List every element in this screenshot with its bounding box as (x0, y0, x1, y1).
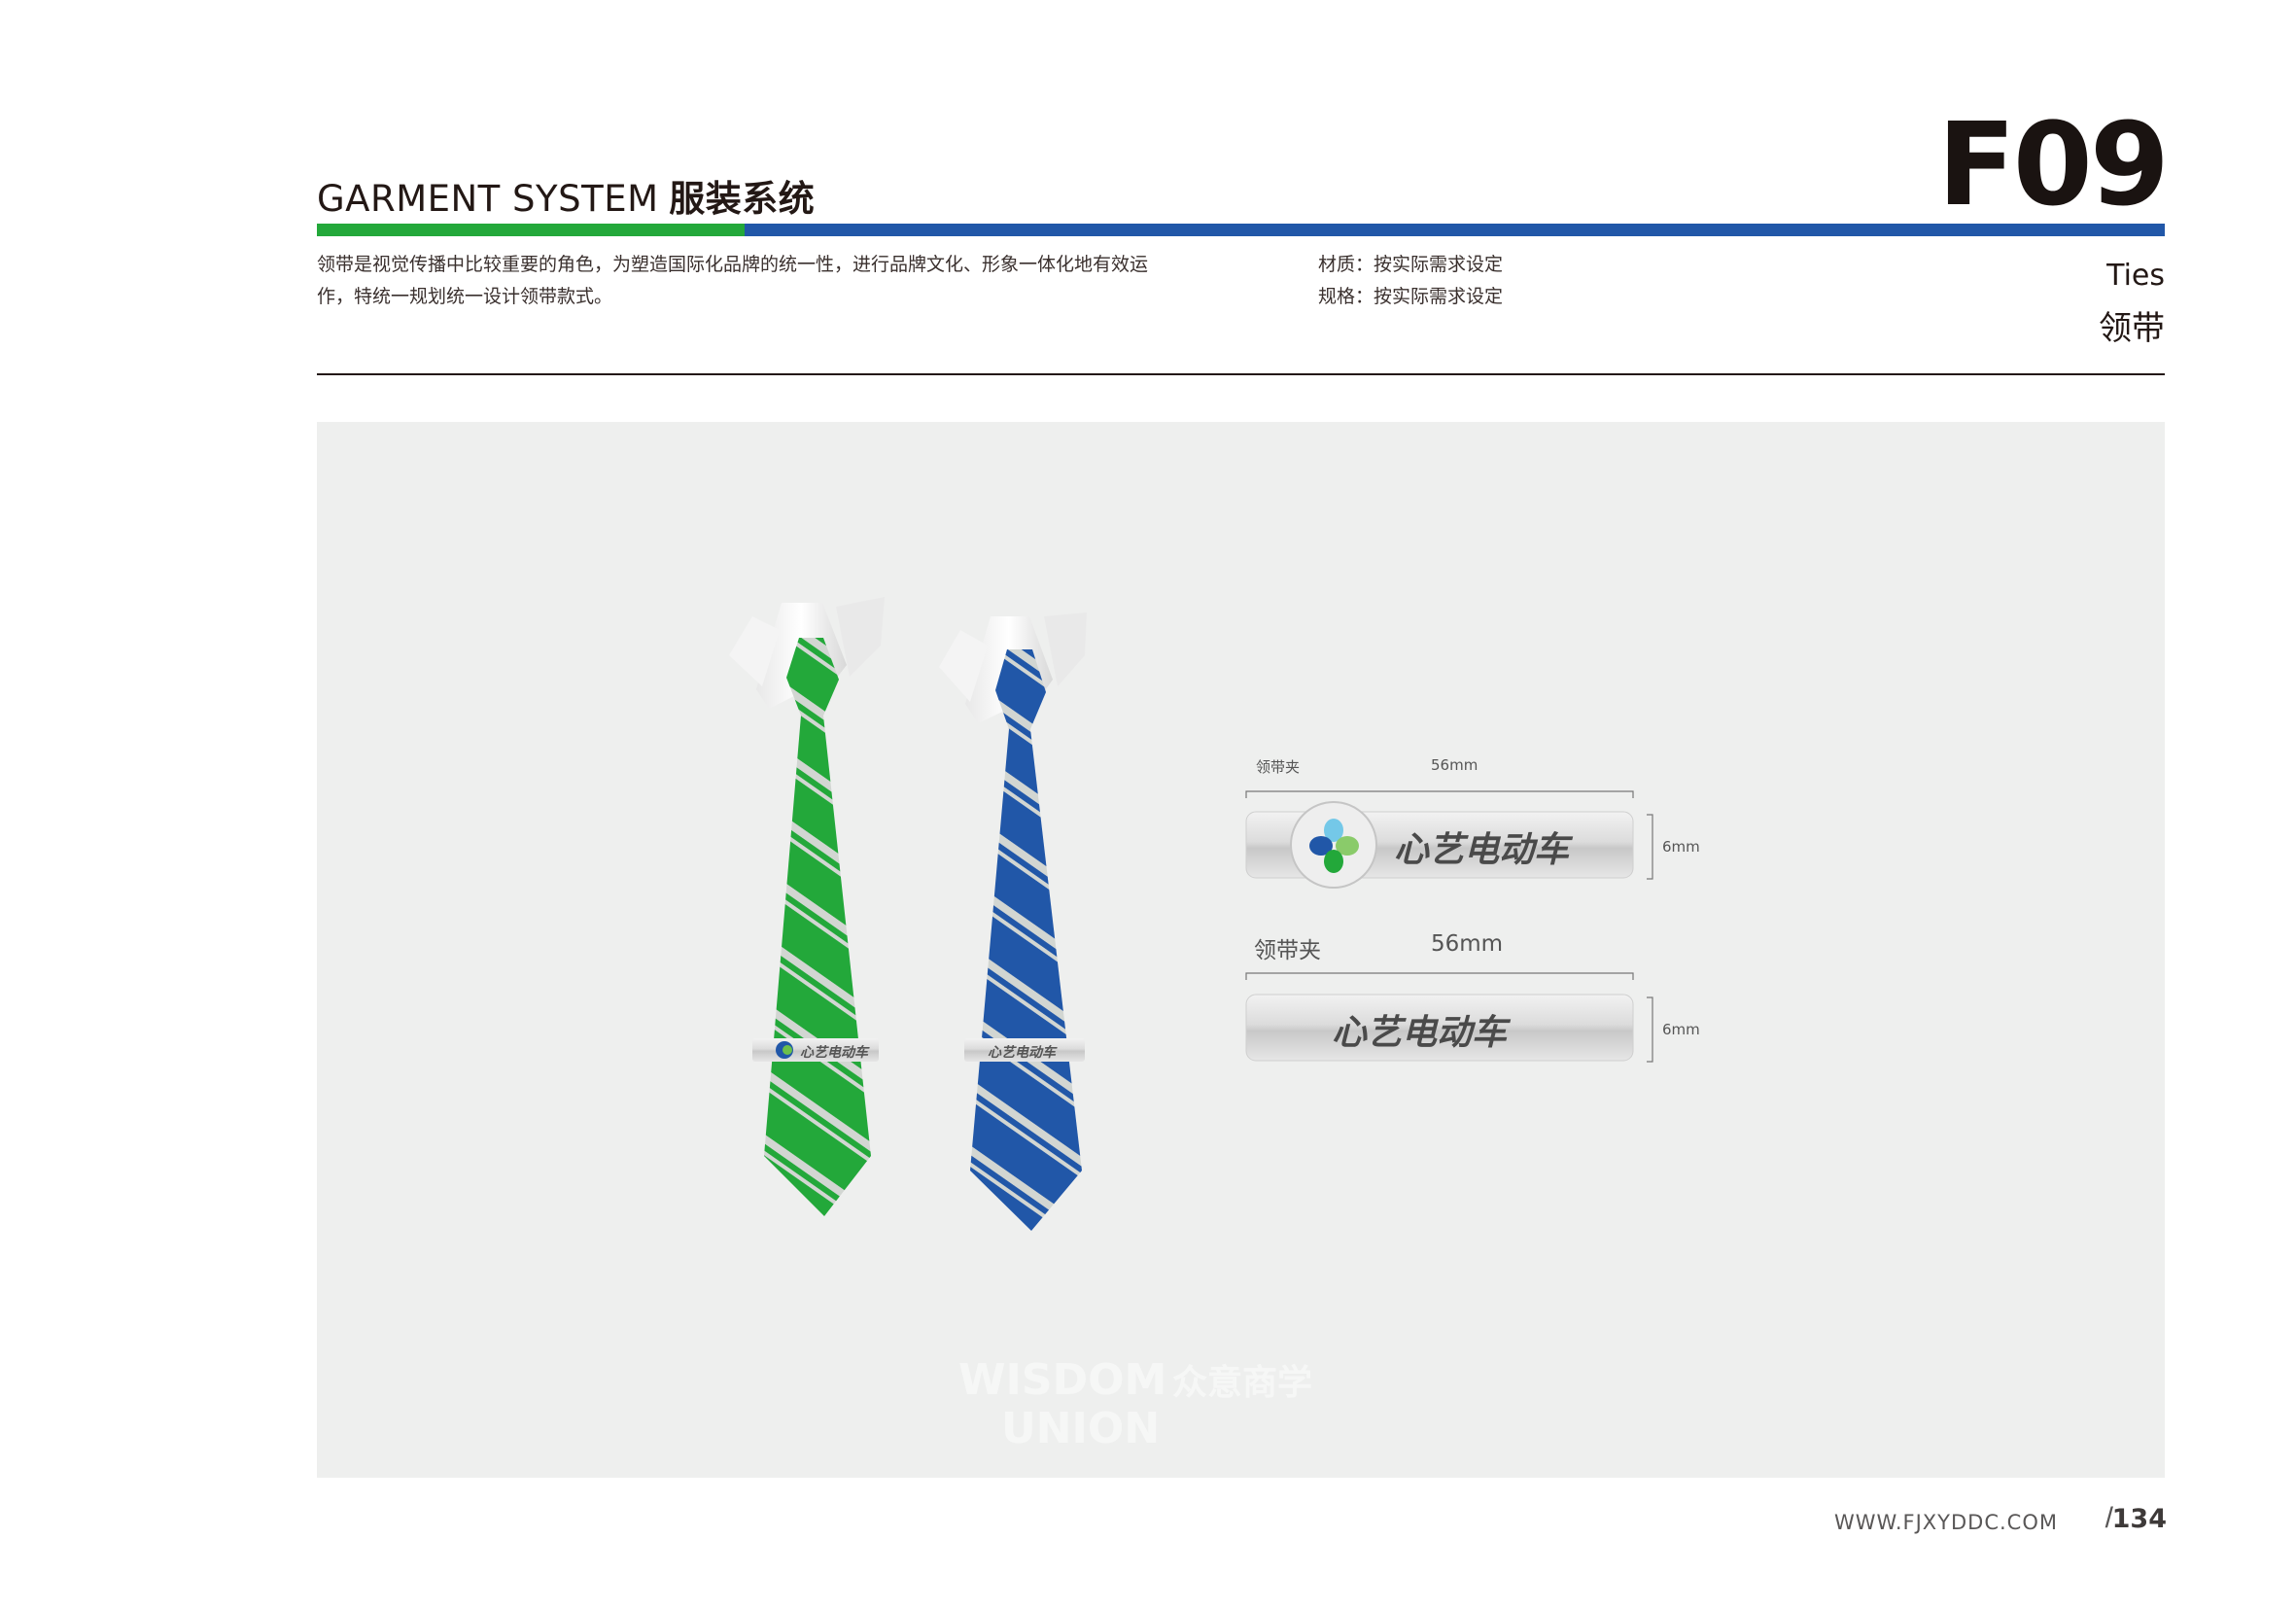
tie-blue (939, 612, 1087, 1231)
section-title-cn: 领带 (2099, 309, 2165, 348)
clip2-label: 领带夹 (1254, 938, 1321, 963)
title-en: GARMENT SYSTEM (317, 178, 659, 220)
brand-bar-green (317, 224, 745, 236)
clip-text-green: 心艺电动车 (800, 1044, 870, 1061)
page-number: 134 (2111, 1504, 2167, 1534)
specifications: 材质：按实际需求设定 规格：按实际需求设定 (1318, 249, 1610, 313)
watermark: WISDOM UNION 众意商学 (958, 1355, 1312, 1453)
clip2-width: 56mm (1431, 931, 1504, 957)
watermark-cn: 众意商学 (1172, 1362, 1312, 1403)
tie-clip-spec-2: 心艺电动车 (1245, 994, 1634, 1062)
tie-clip-spec-1: 心艺电动车 (1245, 801, 1634, 889)
description: 领带是视觉传播中比较重要的角色，为塑造国际化品牌的统一性，进行品牌文化、形象一体… (317, 249, 1192, 313)
brand-bar-blue (745, 224, 2165, 236)
page-code: F09 (1937, 97, 2170, 231)
clip-text-blue: 心艺电动车 (988, 1044, 1058, 1061)
clip1-label: 领带夹 (1256, 758, 1301, 776)
page-title: GARMENT SYSTEM 服装系统 (317, 169, 815, 222)
clip1-brand-text: 心艺电动车 (1394, 830, 1574, 870)
clip1-height: 6mm (1662, 838, 1700, 856)
description-line-1: 领带是视觉传播中比较重要的角色，为塑造国际化品牌的统一性，进行品牌文化、形象一体… (317, 254, 1149, 275)
clip2-height: 6mm (1662, 1021, 1700, 1038)
tie-green (729, 597, 885, 1216)
clip2-brand-text: 心艺电动车 (1332, 1013, 1512, 1053)
tie-clip-blue: 心艺电动车 (964, 1038, 1085, 1062)
header-divider (317, 373, 2165, 375)
title-cn: 服装系统 (669, 178, 816, 220)
illustration-canvas: 心艺电动车 心艺电动车 心艺电动车 心艺电动车 WISDOM UNION 众意商… (317, 422, 2165, 1478)
tie-clip-green: 心艺电动车 (752, 1038, 879, 1062)
section-title-en: Ties (2106, 259, 2165, 293)
description-line-2: 作，特统一规划统一设计领带款式。 (317, 286, 613, 307)
watermark-line-2: UNION (1001, 1404, 1160, 1453)
ties-illustration: 心艺电动车 心艺电动车 心艺电动车 心艺电动车 WISDOM UNION 众意商… (729, 597, 1653, 1453)
clip1-width: 56mm (1431, 756, 1478, 774)
logo-badge (1290, 801, 1377, 889)
spec-material: 材质：按实际需求设定 (1318, 254, 1504, 275)
spec-size: 规格：按实际需求设定 (1318, 286, 1504, 307)
footer-url: WWW.FJXYDDC.COM (1833, 1511, 2058, 1534)
watermark-line-1: WISDOM (958, 1355, 1166, 1405)
